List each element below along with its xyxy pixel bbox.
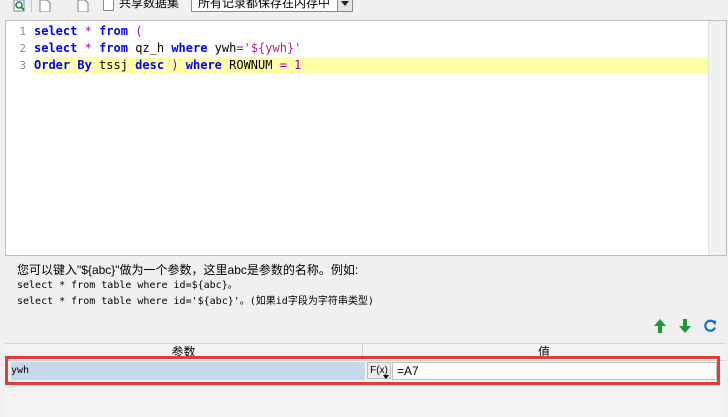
sql-editor[interactable]: 1 2 3 select * from ( select * from qz_h… bbox=[5, 20, 727, 256]
code-token: ( bbox=[135, 24, 143, 38]
code-token: * bbox=[84, 24, 92, 38]
storage-mode-select[interactable]: 所有记录都保存在内存中 bbox=[191, 0, 353, 12]
code-token: = bbox=[279, 58, 287, 72]
highlighted-parameter-row: ywh F(x) =A7 bbox=[5, 356, 720, 385]
doc-icon[interactable] bbox=[76, 0, 90, 15]
code-token: 1 bbox=[294, 58, 302, 72]
share-dataset-label: 共享数据集 bbox=[119, 0, 180, 10]
parameter-hint: 您可以键入"${abc}"做为一个参数，这里abc是参数的名称。例如: sele… bbox=[17, 262, 374, 310]
toolbar: 共享数据集 所有记录都保存在内存中 bbox=[0, 0, 728, 16]
code-token: tssj bbox=[91, 58, 136, 72]
code-token: '${ywh}' bbox=[243, 41, 302, 55]
code-token: ywh bbox=[207, 41, 237, 55]
parameter-table: 参数 值 ywh F(x) =A7 bbox=[5, 343, 725, 417]
parameter-name-cell[interactable]: ywh bbox=[11, 362, 365, 380]
toolbar-separator bbox=[31, 0, 32, 12]
code-token: where bbox=[171, 41, 208, 55]
code-token: from bbox=[99, 24, 128, 38]
share-dataset-checkbox[interactable] bbox=[103, 0, 114, 11]
code-token: * bbox=[84, 41, 92, 55]
code-token: qz_h bbox=[127, 41, 172, 55]
code-token: By bbox=[77, 58, 92, 72]
code-line[interactable]: select * from qz_h where ywh='${ywh}' bbox=[34, 40, 708, 57]
dropdown-triangle-icon bbox=[383, 375, 389, 379]
code-token: ) bbox=[171, 58, 179, 72]
refresh-icon[interactable] bbox=[702, 318, 718, 334]
code-line[interactable]: select * from ( bbox=[34, 23, 708, 40]
new-doc-icon[interactable] bbox=[38, 0, 52, 15]
code-token: desc bbox=[135, 58, 165, 72]
hint-example-1: select * from table where id=${abc}。 bbox=[17, 280, 238, 291]
hint-example-2: select * from table where id='${abc}'。(如… bbox=[17, 296, 374, 307]
line-number: 3 bbox=[19, 59, 26, 72]
code-line-current[interactable]: Order By tssj desc ) where ROWNUM = 1 bbox=[34, 57, 708, 74]
storage-mode-value: 所有记录都保存在内存中 bbox=[198, 0, 331, 10]
editor-vertical-scrollbar[interactable] bbox=[708, 21, 726, 255]
line-number: 2 bbox=[19, 42, 26, 55]
code-token: = bbox=[236, 41, 244, 55]
line-number: 1 bbox=[19, 25, 26, 38]
line-number-gutter: 1 2 3 bbox=[6, 21, 33, 255]
code-token: select bbox=[34, 24, 78, 38]
code-token: ROWNUM bbox=[221, 58, 280, 72]
chevron-down-icon[interactable] bbox=[337, 0, 352, 11]
code-token: from bbox=[99, 41, 128, 55]
code-token: select bbox=[34, 41, 78, 55]
parameter-value-input[interactable]: =A7 bbox=[392, 362, 717, 380]
code-token: where bbox=[185, 58, 222, 72]
formula-toggle-button[interactable]: F(x) bbox=[367, 362, 391, 379]
move-up-icon[interactable] bbox=[652, 318, 668, 334]
hint-text: 您可以键入"${abc}"做为一个参数，这里abc是参数的名称。例如: bbox=[17, 263, 359, 277]
preview-icon[interactable] bbox=[12, 0, 28, 15]
code-token: Order bbox=[34, 58, 71, 72]
move-down-icon[interactable] bbox=[677, 318, 693, 334]
